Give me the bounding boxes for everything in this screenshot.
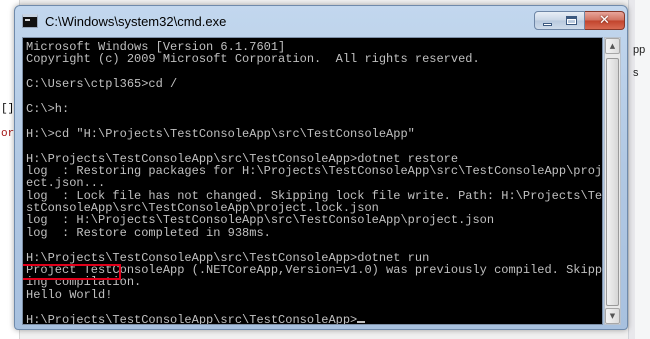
scrollbar-thumb[interactable] [606,58,619,306]
text-cursor [357,320,366,323]
scroll-down-button[interactable]: ▼ [605,308,620,324]
solution-explorer-fragment: s [633,67,639,79]
console-line: H:\Projects\TestConsoleApp\src\TestConso… [26,312,602,325]
editor-fragment-brackets: [] [1,103,15,115]
console-line: C:\>h: [26,101,70,116]
console-text: Microsoft Windows [Version 6.1.7601] Copy… [26,41,603,325]
console-scrollbar[interactable]: ▲ ▼ [604,37,621,325]
arrow-up-icon: ▲ [609,42,616,50]
prompt-text: H:\Projects\TestConsoleApp\src\TestConso… [26,312,358,325]
arrow-down-icon: ▼ [609,312,616,320]
maximize-icon [566,16,577,25]
maximize-button[interactable] [559,11,585,30]
minimize-button[interactable] [534,11,560,30]
solution-explorer-fragment: pp [633,44,646,56]
console-line: H:\>cd "H:\Projects\TestConsoleApp\src\T… [26,126,415,141]
console-line: Hello World! [26,287,113,302]
cmd-window: C:\Windows\system32\cmd.exe ✕ Microsoft … [14,5,628,330]
console-app-icon[interactable] [22,14,38,28]
title-bar[interactable]: C:\Windows\system32\cmd.exe ✕ [15,6,627,36]
close-icon: ✕ [599,13,610,28]
close-button[interactable]: ✕ [585,11,625,30]
console-line: log : Restoring packages for H:\Projects… [26,163,603,178]
scroll-up-button[interactable]: ▲ [605,38,620,54]
console-output[interactable]: Microsoft Windows [Version 6.1.7601] Copy… [22,37,603,325]
console-line: Copyright (c) 2009 Microsoft Corporation… [26,52,480,67]
hello-world-highlight [23,264,121,280]
window-title: C:\Windows\system32\cmd.exe [45,14,227,29]
console-line: log : Restore completed in 938ms. [26,225,271,240]
console-line: C:\Users\ctpl365>cd / [26,77,178,92]
console-line: ect.json... [26,176,106,191]
minimize-icon [542,22,552,26]
background-solution-explorer: pp s [628,0,650,339]
console-line: log : H:\Projects\TestConsoleApp\src\Tes… [26,213,495,228]
